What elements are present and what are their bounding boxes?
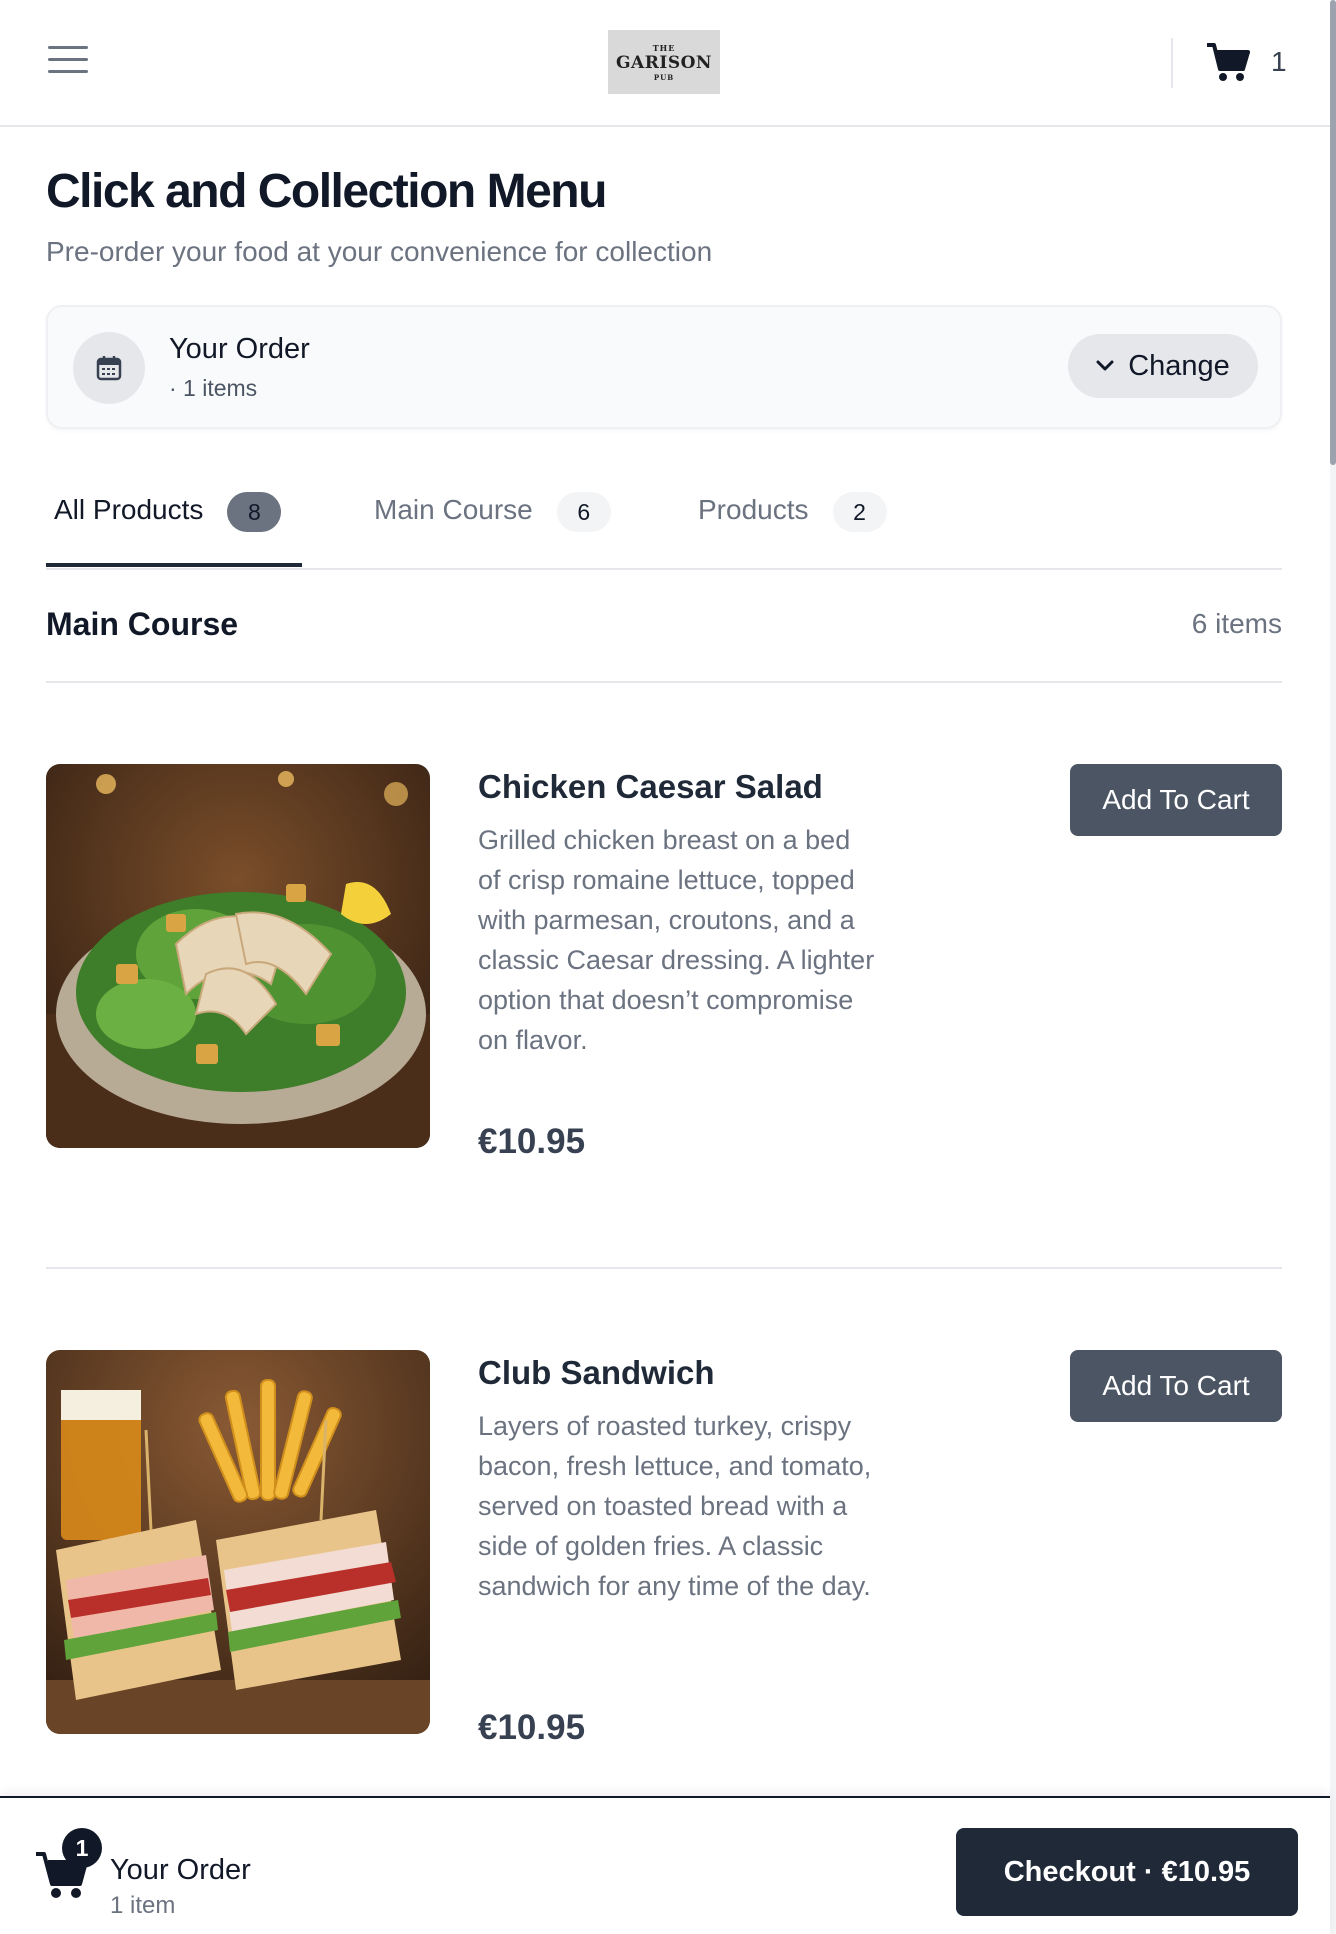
product-name: Club Sandwich: [478, 1354, 715, 1391]
bottom-order-title: Your Order: [110, 1854, 251, 1886]
tab-products[interactable]: Products 2: [698, 478, 887, 570]
tab-label: Products: [698, 494, 809, 525]
cart-count-badge: 1: [62, 1828, 102, 1868]
order-card-item-count: · 1 items: [169, 375, 258, 401]
order-card-title: Your Order: [169, 333, 310, 365]
garison-pub-logo[interactable]: THE GARISON PUB: [608, 30, 720, 94]
change-label: Change: [1128, 349, 1230, 382]
tab-main-course[interactable]: Main Course 6: [374, 478, 611, 570]
bottom-order-bar: 1 Your Order 1 item Checkout · €10.95: [0, 1796, 1330, 1934]
header-divider: [1171, 38, 1173, 88]
header-cart-count: 1: [1271, 46, 1287, 77]
cart-icon: [1207, 43, 1250, 81]
tab-count-badge: 6: [556, 492, 611, 532]
add-to-cart-button[interactable]: Add To Cart: [1070, 764, 1282, 836]
tab-count-badge: 2: [832, 492, 887, 532]
product-price: €10.95: [478, 1708, 586, 1747]
hamburger-menu-icon[interactable]: [48, 46, 88, 76]
section-item-count: 6 items: [1191, 608, 1282, 639]
header-cart-button[interactable]: 1: [1205, 38, 1287, 86]
logo-line-3: PUB: [653, 72, 675, 82]
scrollbar-thumb[interactable]: [1330, 0, 1336, 465]
page-title: Click and Collection Menu: [46, 165, 607, 218]
checkout-button[interactable]: Checkout · €10.95: [956, 1828, 1298, 1916]
tab-label: Main Course: [374, 494, 533, 525]
divider: [46, 1267, 1282, 1269]
category-tabs: All Products 8 Main Course 6 Products 2: [46, 478, 1282, 570]
order-summary-card: Your Order · 1 items Change: [46, 305, 1282, 429]
logo-line-2: GARISON: [616, 52, 712, 73]
product-description: Layers of roasted turkey, crispy bacon, …: [478, 1411, 872, 1601]
tab-count-badge: 8: [227, 492, 282, 532]
active-tab-indicator: [46, 563, 302, 567]
tab-label: All Products: [54, 494, 204, 525]
change-order-button[interactable]: Change: [1068, 334, 1258, 398]
calendar-icon: [73, 332, 145, 404]
product-card: Chicken Caesar Salad Grilled chicken bre…: [46, 764, 1282, 1184]
logo-line-1: THE: [652, 42, 676, 53]
page-subtitle: Pre-order your food at your convenience …: [46, 236, 713, 267]
product-card: Club Sandwich Layers of roasted turkey, …: [46, 1350, 1282, 1770]
top-header: THE GARISON PUB 1: [0, 0, 1330, 127]
product-name: Chicken Caesar Salad: [478, 768, 823, 805]
add-to-cart-button[interactable]: Add To Cart: [1070, 1350, 1282, 1422]
tab-all-products[interactable]: All Products 8: [54, 478, 282, 570]
divider: [46, 681, 1282, 683]
product-image-caesar-salad[interactable]: [46, 764, 430, 1148]
product-image-club-sandwich[interactable]: [46, 1350, 430, 1734]
product-description: Grilled chicken breast on a bed of crisp…: [478, 825, 875, 1055]
product-price: €10.95: [478, 1122, 586, 1161]
section-title: Main Course: [46, 606, 239, 642]
chevron-down-icon: [1096, 360, 1114, 371]
bottom-order-count: 1 item: [110, 1892, 176, 1919]
